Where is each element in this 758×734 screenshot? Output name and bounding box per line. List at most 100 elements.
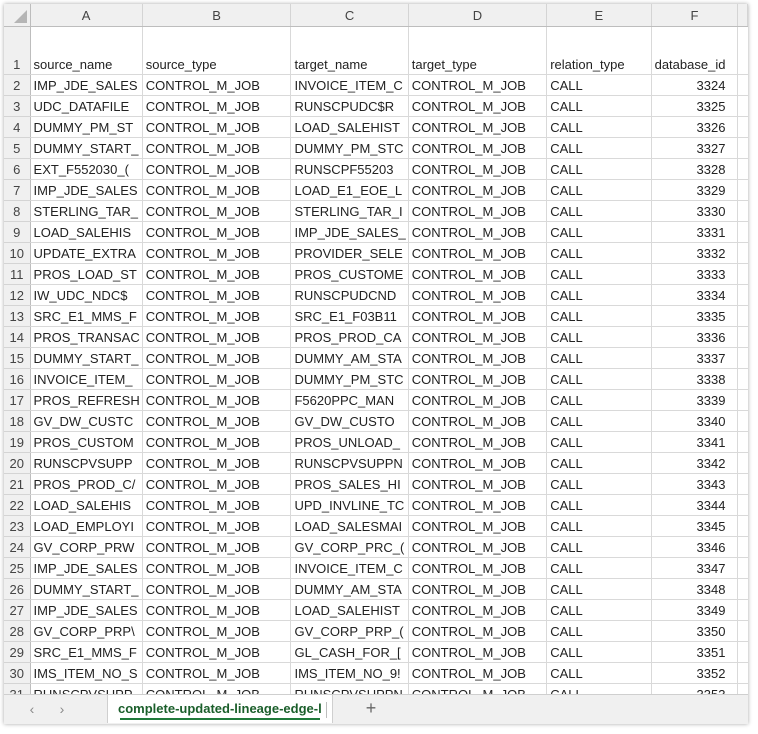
data-cell[interactable]: CALL: [546, 620, 652, 642]
data-cell[interactable]: 3324: [651, 74, 739, 96]
data-cell[interactable]: 3344: [651, 494, 739, 516]
data-cell[interactable]: F5620PPC_MAN: [290, 389, 409, 411]
empty-cell[interactable]: [737, 515, 748, 537]
data-cell[interactable]: RUNSCPF55203: [290, 158, 409, 180]
data-cell[interactable]: CALL: [546, 683, 652, 694]
data-cell[interactable]: CONTROL_M_JOB: [408, 368, 548, 390]
data-cell[interactable]: CALL: [546, 305, 652, 327]
data-cell[interactable]: CONTROL_M_JOB: [408, 242, 548, 264]
data-cell[interactable]: IMP_JDE_SALES_: [290, 221, 409, 243]
row-header[interactable]: 17: [4, 389, 31, 411]
data-cell[interactable]: IW_UDC_NDC$: [30, 284, 143, 306]
data-cell[interactable]: GV_CORP_PRP\: [30, 620, 143, 642]
data-cell[interactable]: GV_CORP_PRW: [30, 536, 143, 558]
data-cell[interactable]: CONTROL_M_JOB: [142, 431, 292, 453]
data-cell[interactable]: CONTROL_M_JOB: [408, 494, 548, 516]
row-header[interactable]: 3: [4, 95, 31, 117]
data-cell[interactable]: CONTROL_M_JOB: [142, 347, 292, 369]
data-cell[interactable]: CALL: [546, 368, 652, 390]
column-header-a[interactable]: A: [30, 4, 143, 27]
empty-cell[interactable]: [737, 95, 748, 117]
data-cell[interactable]: IMP_JDE_SALES: [30, 557, 143, 579]
plus-icon[interactable]: +: [360, 698, 382, 719]
header-cell[interactable]: target_name: [290, 26, 409, 75]
row-header[interactable]: 31: [4, 683, 31, 694]
row-header[interactable]: 12: [4, 284, 31, 306]
data-cell[interactable]: DUMMY_PM_ST: [30, 116, 143, 138]
data-cell[interactable]: SRC_E1_MMS_F: [30, 641, 143, 663]
data-cell[interactable]: CONTROL_M_JOB: [142, 536, 292, 558]
data-cell[interactable]: CONTROL_M_JOB: [142, 641, 292, 663]
data-cell[interactable]: IMP_JDE_SALES: [30, 179, 143, 201]
data-cell[interactable]: CONTROL_M_JOB: [408, 284, 548, 306]
data-cell[interactable]: CALL: [546, 536, 652, 558]
row-header[interactable]: 18: [4, 410, 31, 432]
empty-cell[interactable]: [737, 137, 748, 159]
empty-cell[interactable]: [737, 473, 748, 495]
data-cell[interactable]: CALL: [546, 326, 652, 348]
data-cell[interactable]: EXT_F552030_(: [30, 158, 143, 180]
header-cell[interactable]: source_name: [30, 26, 143, 75]
header-cell[interactable]: database_id: [651, 26, 739, 75]
data-cell[interactable]: RUNSCPUDCND: [290, 284, 409, 306]
data-cell[interactable]: 3346: [651, 536, 739, 558]
data-cell[interactable]: RUNSCPVSUPPN: [290, 452, 409, 474]
data-cell[interactable]: DUMMY_START_: [30, 137, 143, 159]
data-cell[interactable]: CONTROL_M_JOB: [408, 641, 548, 663]
data-cell[interactable]: 3328: [651, 158, 739, 180]
data-cell[interactable]: 3326: [651, 116, 739, 138]
data-cell[interactable]: CONTROL_M_JOB: [142, 242, 292, 264]
data-cell[interactable]: 3351: [651, 641, 739, 663]
data-cell[interactable]: 3348: [651, 578, 739, 600]
data-cell[interactable]: PROS_LOAD_ST: [30, 263, 143, 285]
row-header[interactable]: 23: [4, 515, 31, 537]
data-cell[interactable]: DUMMY_START_: [30, 347, 143, 369]
data-cell[interactable]: DUMMY_PM_STC: [290, 137, 409, 159]
data-cell[interactable]: CONTROL_M_JOB: [142, 368, 292, 390]
data-cell[interactable]: CALL: [546, 221, 652, 243]
data-cell[interactable]: CALL: [546, 284, 652, 306]
data-cell[interactable]: RUNSCPVSUPP: [30, 452, 143, 474]
row-header[interactable]: 7: [4, 179, 31, 201]
data-cell[interactable]: CALL: [546, 599, 652, 621]
header-cell[interactable]: source_type: [142, 26, 292, 75]
data-cell[interactable]: CONTROL_M_JOB: [408, 137, 548, 159]
data-cell[interactable]: CONTROL_M_JOB: [142, 452, 292, 474]
row-header[interactable]: 26: [4, 578, 31, 600]
row-header[interactable]: 27: [4, 599, 31, 621]
data-cell[interactable]: CONTROL_M_JOB: [142, 263, 292, 285]
data-cell[interactable]: CONTROL_M_JOB: [408, 305, 548, 327]
empty-cell[interactable]: [737, 221, 748, 243]
data-cell[interactable]: CONTROL_M_JOB: [408, 326, 548, 348]
empty-cell[interactable]: [737, 410, 748, 432]
data-cell[interactable]: CONTROL_M_JOB: [408, 578, 548, 600]
data-cell[interactable]: CONTROL_M_JOB: [408, 74, 548, 96]
data-cell[interactable]: CONTROL_M_JOB: [408, 263, 548, 285]
data-cell[interactable]: CONTROL_M_JOB: [142, 557, 292, 579]
data-cell[interactable]: IMP_JDE_SALES: [30, 74, 143, 96]
data-cell[interactable]: PROS_SALES_HI: [290, 473, 409, 495]
data-cell[interactable]: CONTROL_M_JOB: [408, 557, 548, 579]
data-cell[interactable]: DUMMY_START_: [30, 578, 143, 600]
row-header[interactable]: 11: [4, 263, 31, 285]
data-cell[interactable]: LOAD_SALEHIS: [30, 494, 143, 516]
data-cell[interactable]: 3338: [651, 368, 739, 390]
row-header[interactable]: 21: [4, 473, 31, 495]
data-cell[interactable]: DUMMY_PM_STC: [290, 368, 409, 390]
data-cell[interactable]: LOAD_EMPLOYI: [30, 515, 143, 537]
data-cell[interactable]: CONTROL_M_JOB: [142, 305, 292, 327]
row-header[interactable]: 16: [4, 368, 31, 390]
data-cell[interactable]: SRC_E1_F03B11: [290, 305, 409, 327]
row-header[interactable]: 8: [4, 200, 31, 222]
empty-cell[interactable]: [737, 389, 748, 411]
data-cell[interactable]: CALL: [546, 557, 652, 579]
data-cell[interactable]: STERLING_TAR_I: [290, 200, 409, 222]
data-cell[interactable]: CALL: [546, 515, 652, 537]
data-cell[interactable]: GV_CORP_PRP_(: [290, 620, 409, 642]
row-header[interactable]: 15: [4, 347, 31, 369]
data-cell[interactable]: CONTROL_M_JOB: [142, 284, 292, 306]
chevron-left-icon[interactable]: ‹: [22, 701, 42, 717]
empty-cell[interactable]: [737, 683, 748, 694]
data-cell[interactable]: LOAD_SALEHIST: [290, 116, 409, 138]
data-cell[interactable]: CONTROL_M_JOB: [142, 326, 292, 348]
